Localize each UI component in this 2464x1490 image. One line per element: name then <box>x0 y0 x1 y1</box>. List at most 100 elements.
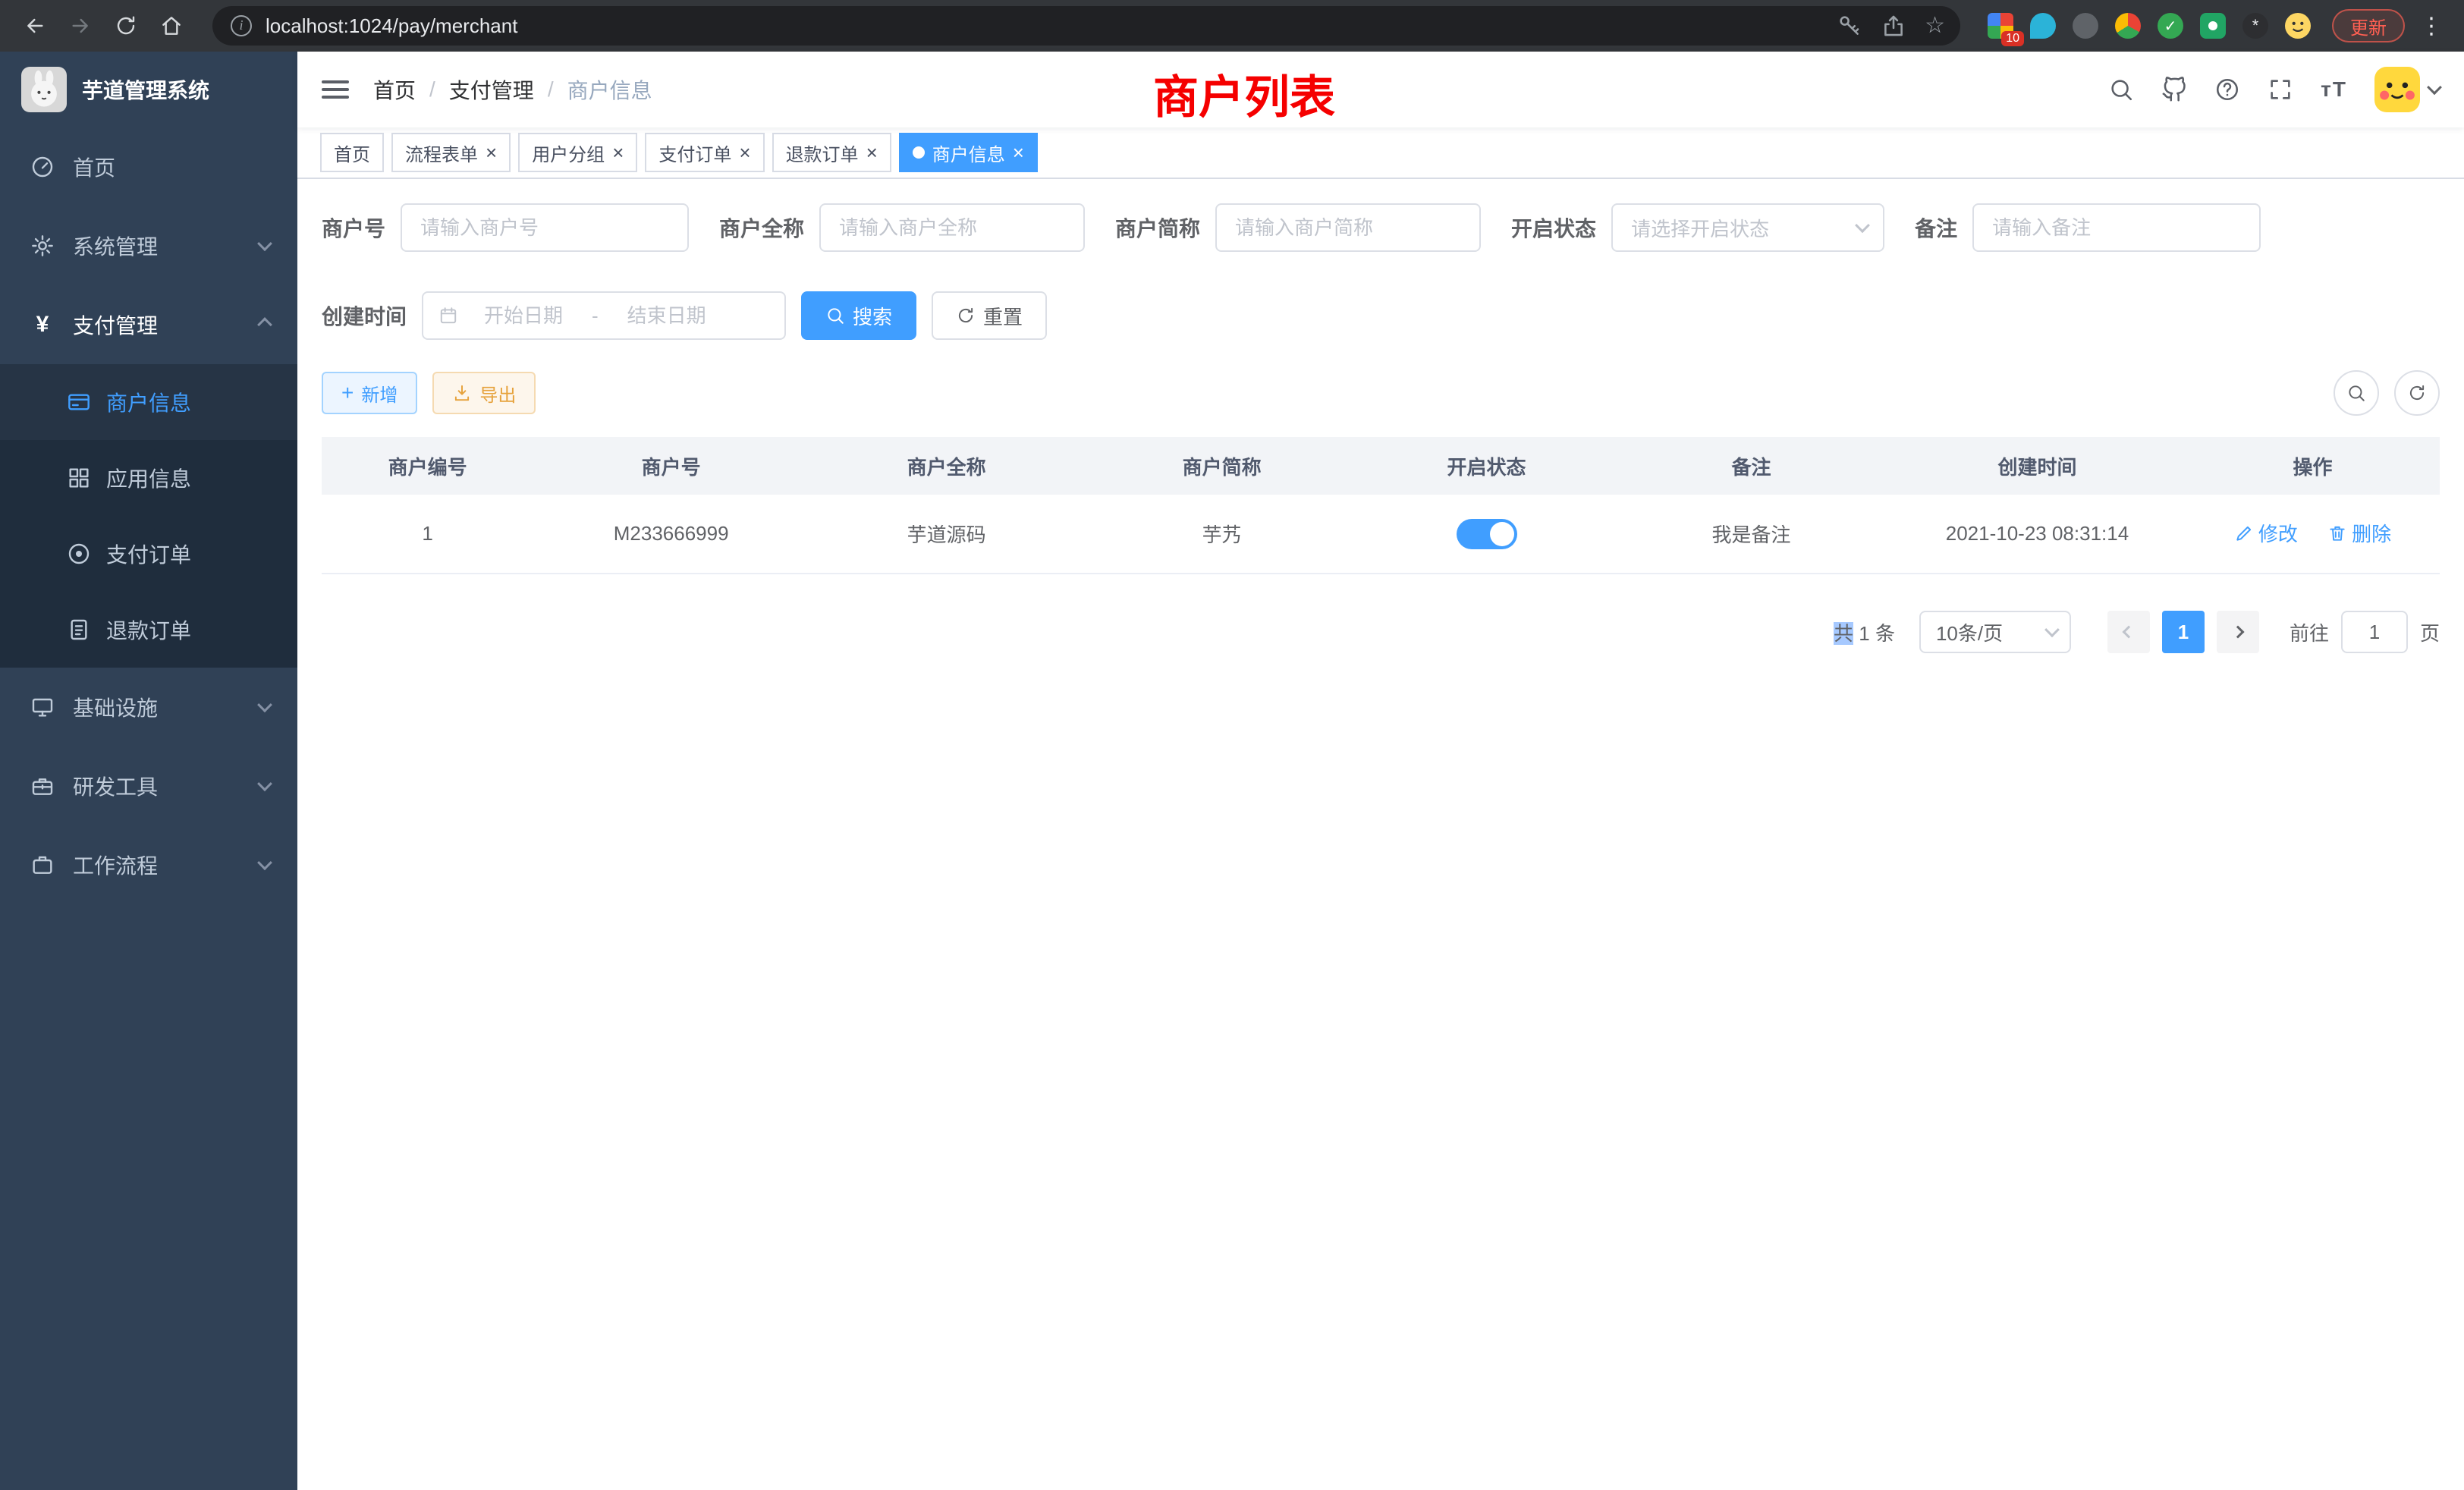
tab-merchant-info[interactable]: 商户信息× <box>899 133 1038 172</box>
goto-page-input[interactable] <box>2341 611 2408 653</box>
tab-pay-order[interactable]: 支付订单× <box>645 133 764 172</box>
next-page-button[interactable] <box>2217 611 2259 653</box>
browser-chrome: i localhost:1024/pay/merchant ☆ 10 ✓ * 更… <box>0 0 2464 52</box>
full-name-input[interactable] <box>819 203 1085 252</box>
chevron-right-icon <box>2231 626 2244 639</box>
sidebar-item-merchant-info[interactable]: 商户信息 <box>0 364 297 440</box>
site-info-icon[interactable]: i <box>231 15 252 36</box>
search-button-label: 搜索 <box>853 302 892 330</box>
merchant-no-input[interactable] <box>401 203 689 252</box>
sidebar-item-pay-order[interactable]: 支付订单 <box>0 516 297 592</box>
sidebar-item-system[interactable]: 系统管理 <box>0 206 297 285</box>
chevron-down-icon <box>2044 622 2060 637</box>
start-date-input[interactable] <box>458 304 589 328</box>
close-icon[interactable]: × <box>612 143 624 162</box>
reset-button[interactable]: 重置 <box>932 291 1047 340</box>
filter-row-2: 创建时间 - 搜索 重置 <box>322 291 2440 340</box>
short-name-input[interactable] <box>1215 203 1481 252</box>
payment-submenu: 商户信息 应用信息 支付订单 退款订单 <box>0 364 297 668</box>
extension-pie-icon[interactable] <box>2115 13 2141 39</box>
search-icon[interactable] <box>2108 77 2134 102</box>
address-bar[interactable]: i localhost:1024/pay/merchant ☆ <box>212 6 1960 46</box>
extension-dark-icon[interactable] <box>2073 13 2098 39</box>
chevron-down-icon <box>257 776 272 791</box>
sidebar-item-app-info[interactable]: 应用信息 <box>0 440 297 516</box>
sidebar-item-refund-order[interactable]: 退款订单 <box>0 592 297 668</box>
browser-menu-icon[interactable]: ⋮ <box>2414 13 2449 39</box>
sidebar-item-infrastructure[interactable]: 基础设施 <box>0 668 297 747</box>
github-icon[interactable] <box>2161 77 2187 102</box>
page-size-select[interactable]: 10条/页 <box>1919 611 2071 653</box>
toggle-search-button[interactable] <box>2334 370 2379 416</box>
user-avatar[interactable] <box>2374 67 2440 112</box>
edit-pencil-icon <box>2234 523 2254 543</box>
extension-knot-icon[interactable]: * <box>2242 13 2268 39</box>
tab-process-form[interactable]: 流程表单× <box>391 133 511 172</box>
remark-input[interactable] <box>1972 203 2261 252</box>
yen-icon: ¥ <box>30 312 55 338</box>
breadcrumb-item[interactable]: 支付管理 <box>449 74 534 105</box>
logo-image <box>21 67 67 112</box>
end-date-input[interactable] <box>602 304 732 328</box>
bookmark-star-icon[interactable]: ☆ <box>1925 14 1945 37</box>
extension-teal-icon[interactable] <box>2030 13 2056 39</box>
close-icon[interactable]: × <box>739 143 750 162</box>
status-toggle[interactable] <box>1457 519 1517 549</box>
browser-back-button[interactable] <box>15 6 55 46</box>
sidebar-item-home[interactable]: 首页 <box>0 127 297 206</box>
font-size-icon[interactable]: тT <box>2321 77 2347 102</box>
refresh-icon <box>956 306 976 325</box>
extension-check-icon[interactable]: ✓ <box>2158 13 2183 39</box>
breadcrumb-item[interactable]: 首页 <box>373 74 416 105</box>
breadcrumb-separator: / <box>548 77 554 102</box>
browser-home-button[interactable] <box>152 6 191 46</box>
help-icon[interactable] <box>2214 77 2240 102</box>
page-number-1[interactable]: 1 <box>2162 611 2205 653</box>
share-icon[interactable] <box>1881 13 1906 39</box>
sidebar-item-label: 商户信息 <box>106 387 191 417</box>
sidebar-item-label: 支付管理 <box>73 310 259 340</box>
profile-avatar-icon[interactable] <box>2285 13 2311 39</box>
extension-green-icon[interactable] <box>2200 13 2226 39</box>
sidebar-item-label: 工作流程 <box>73 850 259 880</box>
sidebar-item-label: 应用信息 <box>106 463 191 493</box>
col-header: 商户全称 <box>809 437 1084 495</box>
close-icon[interactable]: × <box>486 143 497 162</box>
saved-password-key-icon[interactable] <box>1837 13 1862 39</box>
prev-page-button[interactable] <box>2107 611 2150 653</box>
sidebar-item-label: 首页 <box>73 152 270 182</box>
tab-label: 首页 <box>334 140 370 166</box>
tags-view-bar: 首页 流程表单× 用户分组× 支付订单× 退款订单 × 商户信息× <box>297 127 2464 179</box>
status-select[interactable]: 请选择开启状态 <box>1611 203 1884 252</box>
delete-link[interactable]: 删除 <box>2327 519 2391 547</box>
close-icon[interactable]: × <box>866 143 878 162</box>
tab-refund-order[interactable]: 退款订单 × <box>772 133 891 172</box>
refresh-table-button[interactable] <box>2394 370 2440 416</box>
tab-user-group[interactable]: 用户分组× <box>518 133 637 172</box>
sidebar-item-payment[interactable]: ¥ 支付管理 <box>0 285 297 364</box>
extension-colorful-icon[interactable]: 10 <box>1988 13 2013 39</box>
export-button-label: 导出 <box>479 380 516 407</box>
browser-window: i localhost:1024/pay/merchant ☆ 10 ✓ * 更… <box>0 0 2464 1490</box>
breadcrumb-separator: / <box>429 77 435 102</box>
export-button[interactable]: 导出 <box>432 372 536 414</box>
sidebar-item-dev-tools[interactable]: 研发工具 <box>0 747 297 825</box>
chrome-update-button[interactable]: 更新 <box>2332 9 2405 42</box>
tab-home[interactable]: 首页 <box>320 133 384 172</box>
cell-merchant-no: M233666999 <box>533 495 809 574</box>
close-icon[interactable]: × <box>1013 143 1024 162</box>
add-button[interactable]: + 新增 <box>322 372 417 414</box>
gear-icon <box>30 234 55 258</box>
browser-reload-button[interactable] <box>106 6 146 46</box>
chevron-left-icon <box>2122 626 2135 639</box>
create-time-label: 创建时间 <box>322 300 407 331</box>
tab-label: 退款订单 <box>786 140 859 166</box>
date-range-picker[interactable]: - <box>422 291 786 340</box>
app-logo[interactable]: 芋道管理系统 <box>0 52 297 127</box>
hamburger-icon[interactable] <box>322 76 349 103</box>
sidebar-item-workflow[interactable]: 工作流程 <box>0 825 297 904</box>
search-button[interactable]: 搜索 <box>801 291 916 340</box>
browser-forward-button[interactable] <box>61 6 100 46</box>
edit-link[interactable]: 修改 <box>2234 519 2298 547</box>
fullscreen-icon[interactable] <box>2268 77 2293 102</box>
